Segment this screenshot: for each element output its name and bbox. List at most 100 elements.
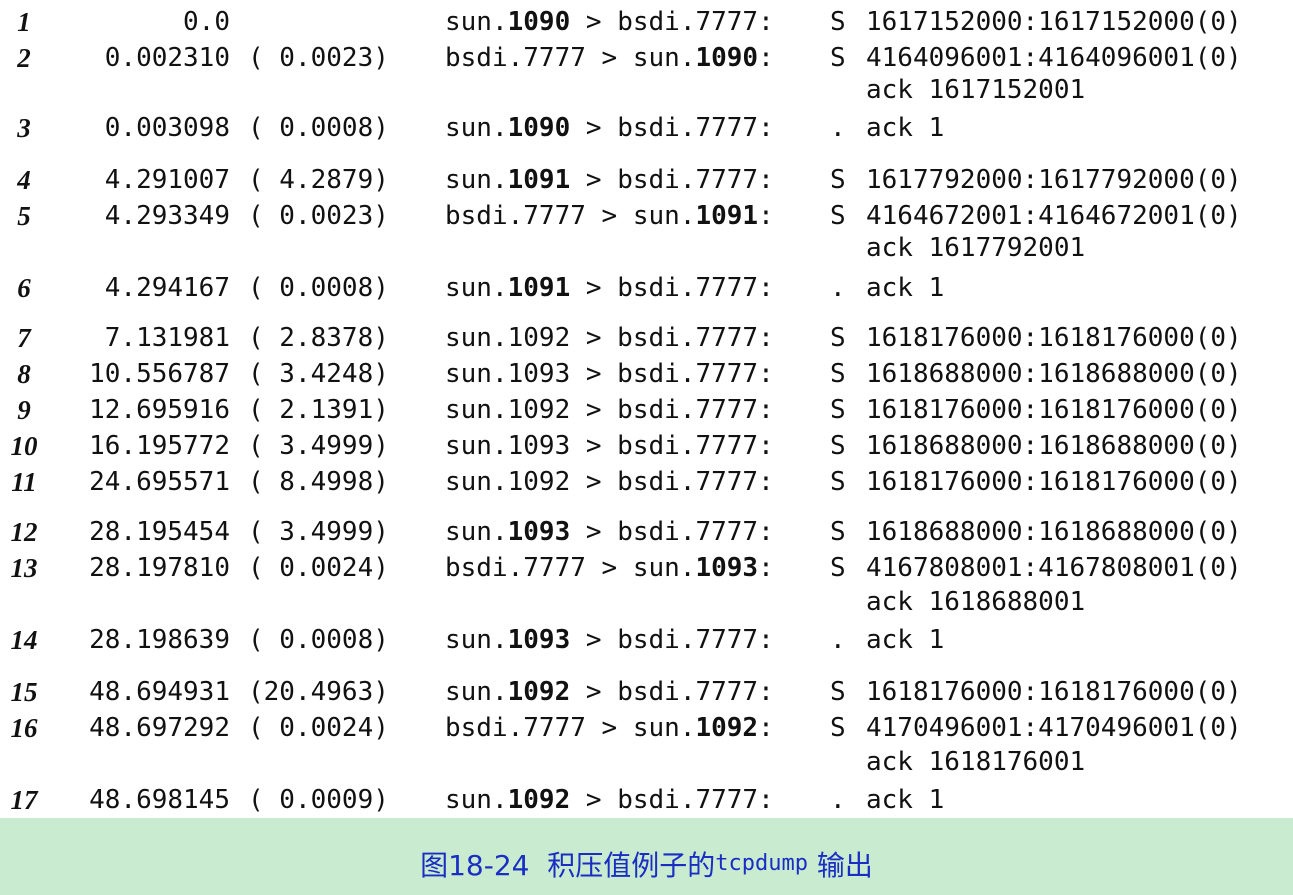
connection-prefix: sun. bbox=[445, 677, 508, 707]
connection: sun.1092 > bsdi.7777: bbox=[445, 782, 774, 818]
port-number: 1090 bbox=[695, 43, 759, 73]
connection: sun.1093 > bsdi.7777: bbox=[445, 514, 774, 550]
connection-prefix: sun. bbox=[445, 165, 508, 195]
time-delta: ( 0.0023) bbox=[248, 43, 389, 73]
segment-info: 4164096001:4164096001(0) bbox=[866, 43, 1242, 73]
line-number: 11 bbox=[11, 467, 37, 497]
time-delta: ( 0.0024) bbox=[248, 713, 389, 743]
segment-info: 1618176000:1618176000(0) bbox=[866, 323, 1242, 353]
tcpdump-line: 15 48.694931 (20.4963) sun.1092 > bsdi.7777… bbox=[0, 674, 1293, 710]
line-number: 13 bbox=[10, 553, 38, 583]
tcp-flag: . bbox=[830, 113, 846, 143]
connection-suffix: > bsdi.7777: bbox=[570, 7, 774, 37]
connection-prefix: sun. bbox=[445, 517, 508, 547]
connection: bsdi.7777 > sun.1092: bbox=[445, 710, 774, 746]
line-number: 16 bbox=[10, 713, 38, 743]
connection-suffix: > bsdi.7777: bbox=[570, 517, 774, 547]
line-number: 10 bbox=[10, 431, 38, 461]
figure-caption: 图18-24 积压值例子的 tcpdump 输出 bbox=[0, 818, 1293, 895]
tcp-flag: S bbox=[830, 677, 846, 707]
time-delta: ( 0.0024) bbox=[248, 553, 389, 583]
connection-prefix: bsdi.7777 > sun. bbox=[445, 43, 696, 73]
segment-info: 1618176000:1618176000(0) bbox=[866, 467, 1242, 497]
segment-info: 1618688000:1618688000(0) bbox=[866, 359, 1242, 389]
connection: sun.1090 > bsdi.7777: bbox=[445, 4, 774, 40]
line-number: 17 bbox=[10, 785, 38, 815]
port-number: 1090 bbox=[507, 113, 571, 143]
time-delta: ( 0.0023) bbox=[248, 201, 389, 231]
tcpdump-line: 16 48.697292 ( 0.0024) bsdi.7777 > sun.1092… bbox=[0, 710, 1293, 746]
connection-suffix: > bsdi.7777: bbox=[570, 785, 774, 815]
timestamp: 0.003098 bbox=[104, 113, 230, 143]
connection: sun.1093 > bsdi.7777: bbox=[445, 428, 774, 464]
timestamp: 4.291007 bbox=[104, 165, 230, 195]
tcpdump-line: 5 4.293349 ( 0.0023) bsdi.7777 > sun.1091: S… bbox=[0, 198, 1293, 234]
connection-suffix: > bsdi.7777: bbox=[570, 625, 774, 655]
tcpdump-line: 7 7.131981 ( 2.8378) sun.1092 > bsdi.7777: S… bbox=[0, 320, 1293, 356]
tcp-flag: S bbox=[830, 395, 846, 425]
caption-suffix: 输出 bbox=[807, 848, 873, 882]
connection-prefix: sun. bbox=[445, 113, 508, 143]
time-delta: ( 3.4999) bbox=[248, 431, 389, 461]
time-delta: ( 0.0008) bbox=[248, 625, 389, 655]
caption-prefix: 图18-24 积压值例子的 bbox=[420, 848, 716, 882]
time-delta: ( 0.0009) bbox=[248, 785, 389, 815]
connection: sun.1093 > bsdi.7777: bbox=[445, 356, 774, 392]
connection-prefix: sun.1092 > bsdi.7777: bbox=[445, 467, 774, 497]
segment-info: 1618688000:1618688000(0) bbox=[866, 517, 1242, 547]
timestamp: 48.698145 bbox=[89, 785, 230, 815]
connection-prefix: bsdi.7777 > sun. bbox=[445, 553, 696, 583]
tcpdump-line: 9 12.695916 ( 2.1391) sun.1092 > bsdi.7777:… bbox=[0, 392, 1293, 428]
line-number: 4 bbox=[17, 165, 31, 195]
line-number: 2 bbox=[17, 43, 31, 73]
time-delta: ( 2.8378) bbox=[248, 323, 389, 353]
timestamp: 0.0 bbox=[183, 7, 230, 37]
timestamp: 28.195454 bbox=[89, 517, 230, 547]
line-number: 8 bbox=[17, 359, 31, 389]
tcp-flag: S bbox=[830, 7, 846, 37]
segment-info: ack 1617792001 bbox=[866, 233, 1086, 263]
time-delta: ( 2.1391) bbox=[248, 395, 389, 425]
tcp-flag: S bbox=[830, 431, 846, 461]
line-number: 15 bbox=[10, 677, 38, 707]
connection: sun.1091 > bsdi.7777: bbox=[445, 162, 774, 198]
port-number: 1093 bbox=[507, 517, 571, 547]
segment-info: 1618176000:1618176000(0) bbox=[866, 677, 1242, 707]
connection-prefix: sun. bbox=[445, 785, 508, 815]
time-delta: ( 3.4248) bbox=[248, 359, 389, 389]
segment-info: ack 1618176001 bbox=[866, 747, 1086, 777]
connection-suffix: : bbox=[758, 713, 774, 743]
connection-suffix: > bsdi.7777: bbox=[570, 273, 774, 303]
line-number: 6 bbox=[17, 273, 31, 303]
tcpdump-line: ack 1617152001 bbox=[0, 72, 1293, 108]
line-number: 3 bbox=[17, 113, 31, 143]
segment-info: 1617152000:1617152000(0) bbox=[866, 7, 1242, 37]
connection-prefix: sun. bbox=[445, 273, 508, 303]
segment-info: ack 1617152001 bbox=[866, 75, 1086, 105]
tcp-flag: S bbox=[830, 553, 846, 583]
timestamp: 10.556787 bbox=[89, 359, 230, 389]
port-number: 1090 bbox=[507, 7, 571, 37]
timestamp: 48.697292 bbox=[89, 713, 230, 743]
segment-info: 4170496001:4170496001(0) bbox=[866, 713, 1242, 743]
connection: sun.1092 > bsdi.7777: bbox=[445, 674, 774, 710]
port-number: 1092 bbox=[507, 785, 571, 815]
connection-suffix: > bsdi.7777: bbox=[570, 677, 774, 707]
line-number: 5 bbox=[17, 201, 31, 231]
line-number: 9 bbox=[17, 395, 31, 425]
time-delta: ( 8.4998) bbox=[248, 467, 389, 497]
connection-prefix: bsdi.7777 > sun. bbox=[445, 201, 696, 231]
port-number: 1093 bbox=[507, 625, 571, 655]
connection-prefix: sun.1092 > bsdi.7777: bbox=[445, 395, 774, 425]
tcp-flag: S bbox=[830, 43, 846, 73]
segment-info: 1618176000:1618176000(0) bbox=[866, 395, 1242, 425]
tcp-flag: S bbox=[830, 201, 846, 231]
tcpdump-line: 11 24.695571 ( 8.4998) sun.1092 > bsdi.7777… bbox=[0, 464, 1293, 500]
tcpdump-line: 6 4.294167 ( 0.0008) sun.1091 > bsdi.7777:.… bbox=[0, 270, 1293, 306]
connection-prefix: sun. bbox=[445, 7, 508, 37]
tcp-flag: . bbox=[830, 625, 846, 655]
line-number: 7 bbox=[17, 323, 31, 353]
caption-bar: 图18-24 积压值例子的 tcpdump 输出 bbox=[0, 818, 1293, 895]
timestamp: 28.197810 bbox=[89, 553, 230, 583]
tcp-flag: S bbox=[830, 517, 846, 547]
